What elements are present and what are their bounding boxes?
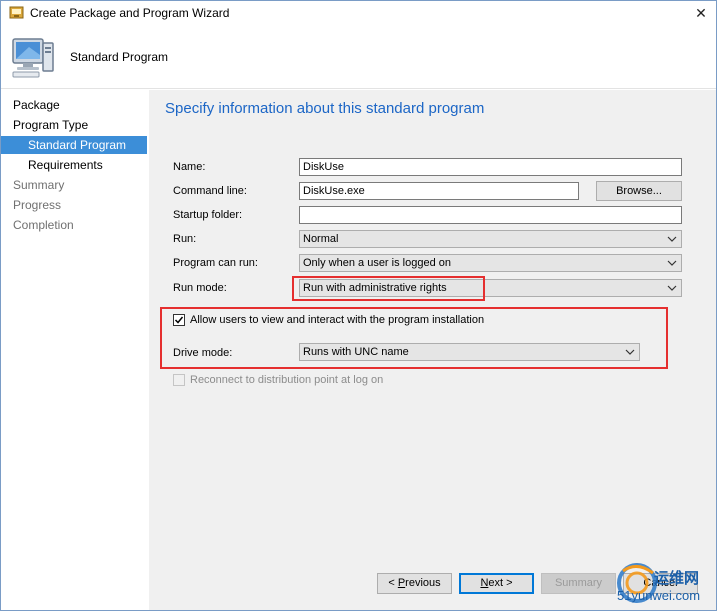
chevron-down-icon xyxy=(667,236,677,242)
nav-item-completion: Completion xyxy=(13,218,74,232)
wizard-content: Specify information about this standard … xyxy=(149,90,716,556)
command-line-input[interactable] xyxy=(299,182,579,200)
browse-button[interactable]: Browse... xyxy=(596,181,682,201)
chevron-down-icon xyxy=(625,349,635,355)
run-select-value: Normal xyxy=(303,233,339,245)
header-title: Standard Program xyxy=(70,50,169,64)
wizard-window: Create Package and Program Wizard ✕ Stan… xyxy=(0,0,717,611)
allow-interact-label: Allow users to view and interact with th… xyxy=(190,314,485,326)
nav-item-program-type[interactable]: Program Type xyxy=(1,116,147,134)
reconnect-checkbox xyxy=(173,374,185,386)
window-title: Create Package and Program Wizard xyxy=(30,6,230,20)
title-bar: Create Package and Program Wizard ✕ xyxy=(1,1,716,25)
previous-button[interactable]: < Previous xyxy=(377,573,452,594)
watermark-title: 运维网 xyxy=(654,570,700,587)
summary-button: Summary xyxy=(541,573,616,594)
nav-item-summary: Summary xyxy=(13,178,65,192)
drive-mode-select[interactable]: Runs with UNC name xyxy=(299,343,640,361)
wizard-nav: Package Program Type Standard Program Re… xyxy=(1,89,148,610)
startup-folder-label: Startup folder: xyxy=(173,209,243,221)
nav-item-progress: Progress xyxy=(13,198,62,212)
drive-mode-label: Drive mode: xyxy=(173,347,233,359)
program-can-run-value: Only when a user is logged on xyxy=(303,257,451,269)
nav-item-standard-program[interactable]: Standard Program xyxy=(1,136,147,154)
chevron-down-icon xyxy=(667,260,677,266)
program-can-run-label: Program can run: xyxy=(173,257,258,269)
reconnect-label: Reconnect to distribution point at log o… xyxy=(190,374,384,386)
next-rest: ext > xyxy=(488,577,513,589)
close-button[interactable]: ✕ xyxy=(692,4,710,22)
command-line-label: Command line: xyxy=(173,185,247,197)
program-can-run-select[interactable]: Only when a user is logged on xyxy=(299,254,682,272)
next-button[interactable]: Next > xyxy=(459,573,534,594)
page-heading: Specify information about this standard … xyxy=(165,100,485,117)
nav-item-requirements[interactable]: Requirements xyxy=(1,156,147,174)
wizard-header: Standard Program xyxy=(1,25,716,89)
run-mode-value: Run with administrative rights xyxy=(303,282,447,294)
run-label: Run: xyxy=(173,233,197,245)
computer-icon xyxy=(12,38,54,78)
nav-item-package[interactable]: Package xyxy=(1,96,147,114)
checkmark-icon xyxy=(174,316,184,324)
run-mode-select[interactable]: Run with administrative rights xyxy=(299,279,682,297)
previous-rest: revious xyxy=(405,577,441,589)
previous-prefix: < xyxy=(388,577,398,589)
drive-mode-value: Runs with UNC name xyxy=(303,346,409,358)
run-select[interactable]: Normal xyxy=(299,230,682,248)
run-mode-label: Run mode: xyxy=(173,282,227,294)
wizard-app-icon xyxy=(9,6,24,19)
close-icon: ✕ xyxy=(695,5,707,21)
name-input[interactable] xyxy=(299,158,682,176)
startup-folder-input[interactable] xyxy=(299,206,682,224)
allow-interact-checkbox[interactable] xyxy=(173,314,185,326)
chevron-down-icon xyxy=(667,285,677,291)
watermark-url: 51yunwei.com xyxy=(617,588,701,603)
name-label: Name: xyxy=(173,161,206,173)
